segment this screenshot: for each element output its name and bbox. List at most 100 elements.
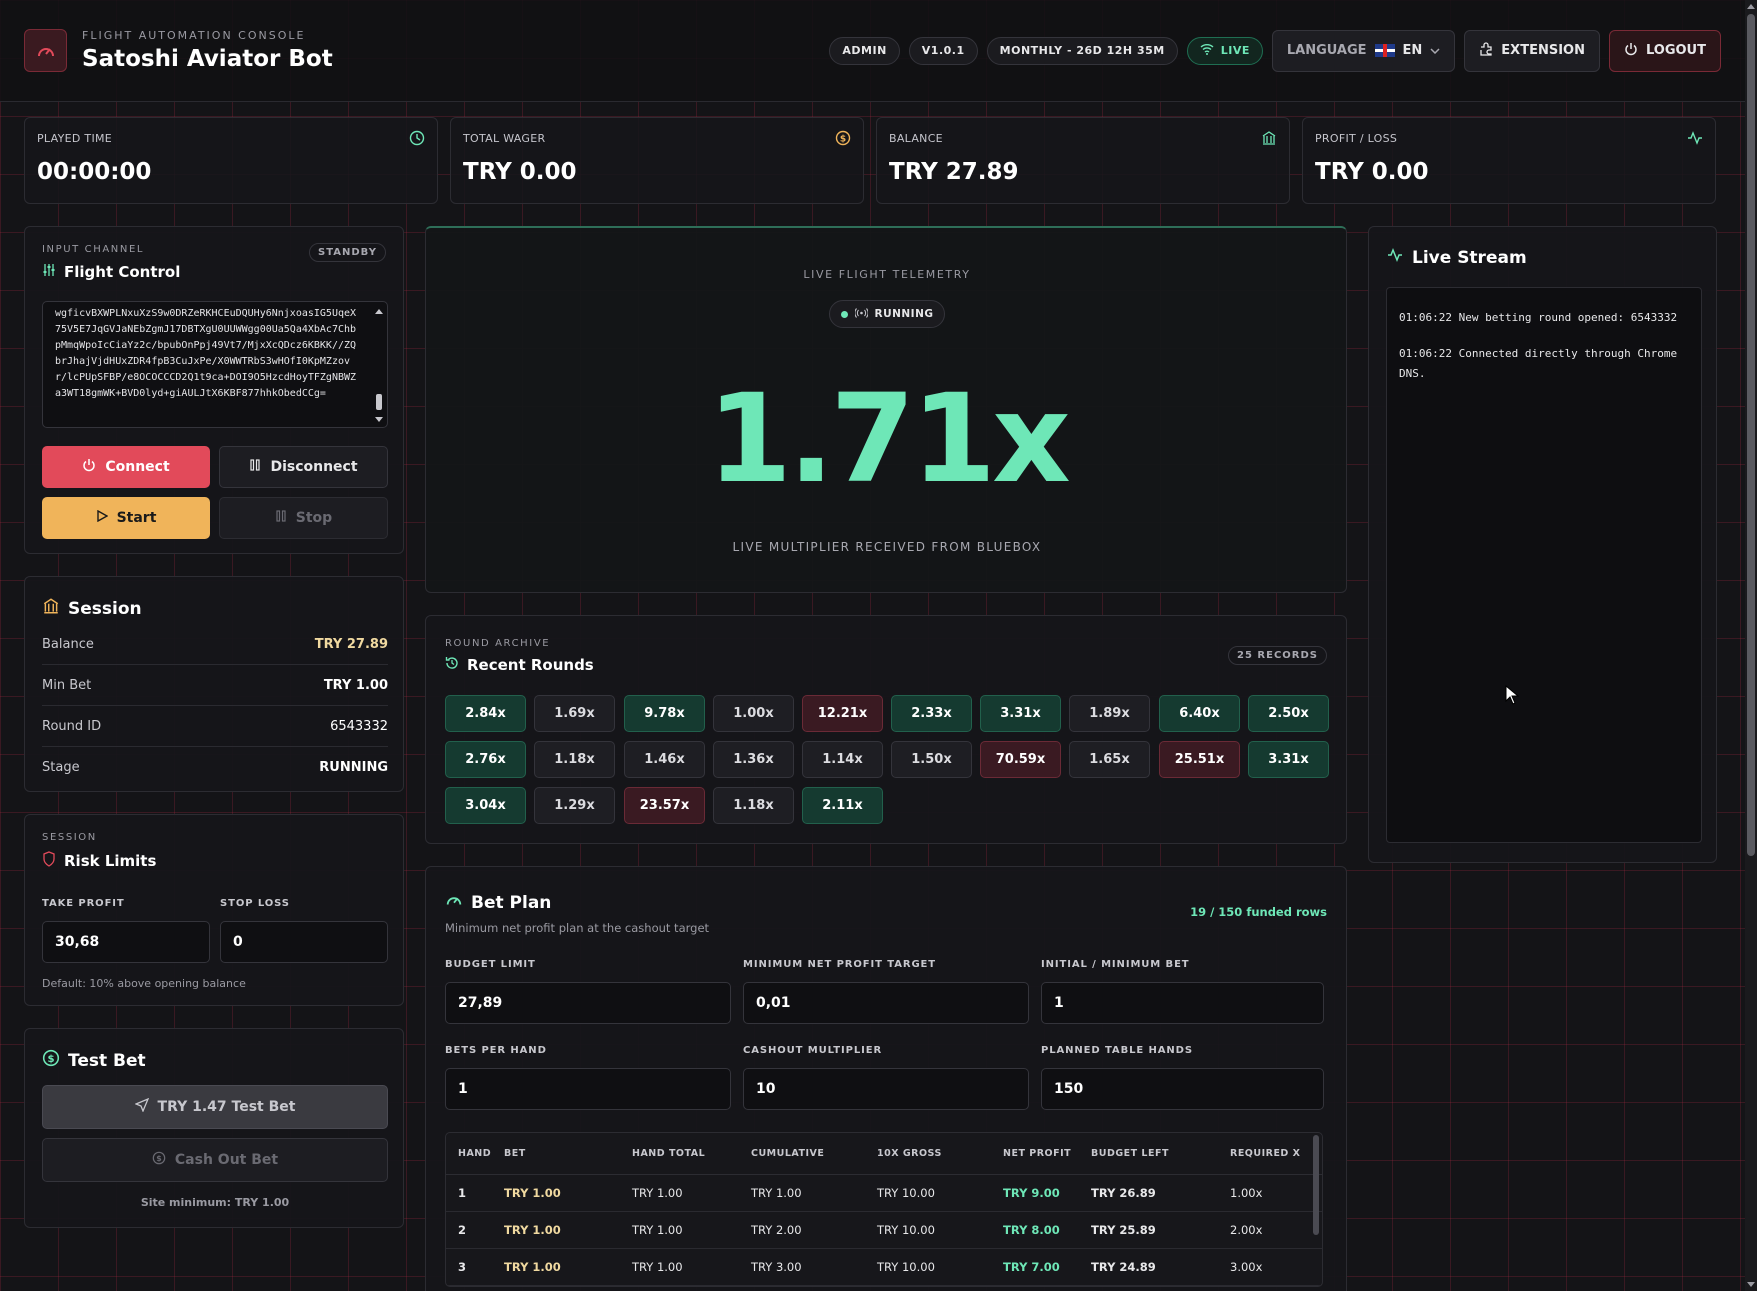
round-chip: 1.18x [713,787,794,824]
budget-limit-input[interactable]: 27,89 [445,982,731,1024]
cell-required-x: 1.00x [1230,1186,1263,1200]
token-text: wgficvBXWPLNxuXzS9w0DRZeRKHCEuDQUHy6Nnjx… [55,308,357,399]
cell-net-profit: TRY 9.00 [1003,1186,1060,1200]
col-hand-total: HAND TOTAL [632,1148,706,1159]
extension-button[interactable]: EXTENSION [1464,29,1600,72]
stop-loss-input[interactable]: 0 [220,921,388,963]
recent-rounds-card: ROUND ARCHIVE Recent Rounds 25 RECORDS 2… [425,615,1347,844]
shield-icon [42,851,56,871]
cell-budget-left: TRY 25.89 [1091,1223,1156,1237]
rounds-title: Recent Rounds [445,656,594,674]
round-chip: 2.50x [1248,695,1329,732]
stop-button[interactable]: Stop [219,497,388,539]
cashout-multiplier-input[interactable]: 10 [743,1068,1029,1110]
token-input[interactable]: wgficvBXWPLNxuXzS9w0DRZeRKHCEuDQUHy6Nnjx… [42,301,388,428]
stop-loss-label: STOP LOSS [220,898,290,909]
uk-flag-icon [1374,44,1395,57]
stat-total-wager: TOTAL WAGER TRY 0.00 $ [450,117,864,204]
stat-profit-loss: PROFIT / LOSS TRY 0.00 [1302,117,1716,204]
stat-label: PROFIT / LOSS [1315,132,1398,145]
cell-hand-total: TRY 1.00 [632,1223,683,1237]
col-gross: 10X GROSS [877,1148,942,1159]
col-net-profit: NET PROFIT [1003,1148,1072,1159]
bank-icon [1261,130,1277,150]
mouse-cursor-icon [1505,684,1520,709]
stat-value: TRY 0.00 [463,159,577,185]
test-bet-button[interactable]: TRY 1.47 Test Bet [42,1085,388,1129]
stat-label: PLAYED TIME [37,132,113,145]
round-chip: 25.51x [1159,741,1240,778]
stat-value: TRY 27.89 [889,159,1019,185]
records-badge: 25 RECORDS [1228,646,1327,665]
clock-icon [409,130,425,150]
broadcast-icon [853,307,869,321]
rounds-title-text: Recent Rounds [467,656,594,674]
initial-bet-label: INITIAL / MINIMUM BET [1041,959,1190,970]
round-chip: 1.69x [534,695,615,732]
table-hands-input[interactable]: 150 [1041,1068,1324,1110]
round-chip: 3.31x [1248,741,1329,778]
test-bet-title: $ Test Bet [42,1049,146,1072]
cell-hand-total: TRY 1.00 [632,1260,683,1274]
round-chip: 1.36x [713,741,794,778]
table-header: HAND BET HAND TOTAL CUMULATIVE 10X GROSS… [446,1133,1322,1175]
cash-out-label: Cash Out Bet [174,1152,279,1168]
logout-button[interactable]: LOGOUT [1608,29,1721,72]
page-scrollbar[interactable] [1745,0,1757,1291]
bet-plan-title: Bet Plan [445,891,551,914]
test-bet-card: $ Test Bet TRY 1.47 Test Bet $ Cash Out … [24,1028,404,1228]
connect-label: Connect [105,459,170,475]
initial-bet-input[interactable]: 1 [1041,982,1324,1024]
cell-net-profit: TRY 7.00 [1003,1260,1060,1274]
telemetry-card: LIVE FLIGHT TELEMETRY RUNNING 1.71x LIVE… [425,226,1347,593]
brand: FLIGHT AUTOMATION CONSOLE Satoshi Aviato… [82,29,333,72]
risk-hint: Default: 10% above opening balance [42,977,246,990]
start-button[interactable]: Start [42,497,210,539]
cell-gross: TRY 10.00 [877,1260,935,1274]
cash-out-button[interactable]: $ Cash Out Bet [42,1138,388,1182]
round-chip: 3.31x [980,695,1061,732]
standby-badge: STANDBY [309,243,386,262]
rounds-kicker: ROUND ARCHIVE [445,638,551,649]
table-scrollbar[interactable] [1313,1135,1319,1235]
round-chip: 12.21x [802,695,883,732]
svg-text:$: $ [840,135,846,145]
cell-gross: TRY 10.00 [877,1223,935,1237]
session-row-min-bet: Min Bet TRY 1.00 [42,665,388,706]
bet-plan-subtitle: Minimum net profit plan at the cashout t… [445,921,710,935]
live-label: LIVE [1220,44,1250,57]
cell-bet: TRY 1.00 [504,1260,561,1274]
row-value: TRY 1.00 [323,677,388,693]
app-title: Satoshi Aviator Bot [82,46,333,72]
bets-per-hand-input[interactable]: 1 [445,1068,731,1110]
round-chip: 1.14x [802,741,883,778]
connect-button[interactable]: Connect [42,446,210,488]
disconnect-button[interactable]: Disconnect [219,446,388,488]
language-selector[interactable]: LANGUAGE EN [1271,29,1456,72]
bet-plan-title-text: Bet Plan [471,892,552,913]
token-scrollbar[interactable] [373,306,385,423]
flight-control-card: INPUT CHANNEL STANDBY Flight Control wgf… [24,226,404,554]
app-root: FLIGHT AUTOMATION CONSOLE Satoshi Aviato… [0,0,1745,1291]
live-stream-card: Live Stream 01:06:22 New betting round o… [1368,226,1717,863]
round-chip: 1.65x [1069,741,1150,778]
gauge-logo-icon [24,29,67,72]
row-label: Balance [42,636,94,652]
risk-kicker: SESSION [42,832,97,843]
test-bet-label: TRY 1.47 Test Bet [157,1099,296,1115]
row-value: RUNNING [319,760,388,775]
puzzle-icon [1479,41,1493,60]
cell-required-x: 3.00x [1230,1260,1263,1274]
take-profit-input[interactable]: 30,68 [42,921,210,963]
cell-hand-total: TRY 1.00 [632,1186,683,1200]
round-chip: 1.50x [891,741,972,778]
min-profit-input[interactable]: 0,01 [743,982,1029,1024]
col-budget-left: BUDGET LEFT [1091,1148,1169,1159]
logout-label: LOGOUT [1645,43,1706,58]
cell-gross: TRY 10.00 [877,1186,935,1200]
status-dot-icon [840,310,848,318]
cell-net-profit: TRY 8.00 [1003,1223,1060,1237]
round-chip: 2.76x [445,741,526,778]
version-badge: V1.0.1 [908,36,978,65]
running-label: RUNNING [874,308,934,320]
